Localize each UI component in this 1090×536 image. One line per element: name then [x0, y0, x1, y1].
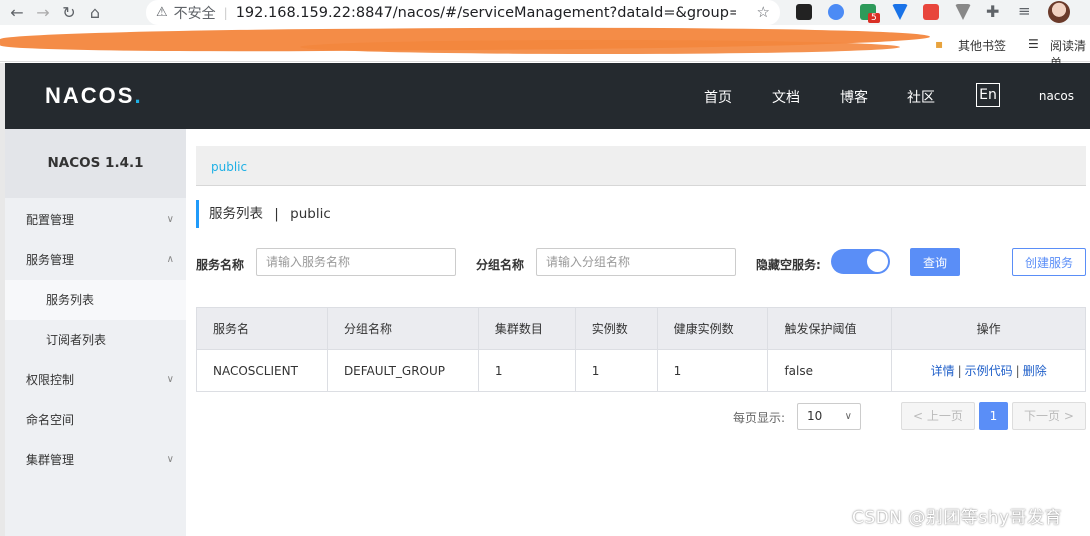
- bookmark-other[interactable]: 其他书签: [958, 37, 1006, 54]
- top-nav: NACOS. 首页 文档 博客 社区 En nacos: [5, 63, 1090, 129]
- user-name[interactable]: nacos: [1039, 89, 1074, 103]
- avatar[interactable]: [1048, 1, 1070, 23]
- table-header: 服务名 分组名称 集群数目 实例数 健康实例数 触发保护阈值 操作: [196, 307, 1086, 350]
- page-size-label: 每页显示:: [733, 411, 786, 425]
- next-page-button[interactable]: 下一页 >: [1012, 402, 1086, 430]
- sidebar: NACOS 1.4.1 配置管理 ∨ 服务管理 ∧ 服务列表 订阅者列表 权限控…: [5, 129, 186, 536]
- page-title: 服务列表 | public: [196, 200, 331, 228]
- service-table: 服务名 分组名称 集群数目 实例数 健康实例数 触发保护阈值 操作 NACOSC…: [196, 307, 1086, 392]
- sidebar-title: NACOS 1.4.1: [5, 129, 186, 198]
- detail-link[interactable]: 详情: [931, 364, 955, 378]
- cell-clusters: 1: [477, 349, 576, 392]
- nav-home[interactable]: 首页: [704, 87, 732, 107]
- col-instance-count: 实例数: [574, 307, 658, 350]
- hide-empty-label: 隐藏空服务:: [756, 258, 821, 272]
- cell-service: NACOSCLIENT: [196, 349, 328, 392]
- namespace-bar: public: [196, 146, 1086, 186]
- back-icon[interactable]: ←: [4, 3, 30, 22]
- cell-operations: 详情 | 示例代码 | 删除: [891, 349, 1086, 392]
- chevron-down-icon: ∨: [166, 214, 174, 225]
- extension-icon[interactable]: [923, 4, 939, 20]
- namespace-link[interactable]: public: [211, 160, 247, 174]
- nav-blog[interactable]: 博客: [840, 87, 868, 107]
- col-operations: 操作: [891, 307, 1086, 350]
- sidebar-item-service-list[interactable]: 服务列表: [5, 280, 186, 320]
- media-icon[interactable]: ≡: [1018, 2, 1031, 20]
- chevron-down-icon: ∨: [166, 454, 174, 465]
- col-threshold: 触发保护阈值: [767, 307, 893, 350]
- hide-empty-toggle[interactable]: [831, 249, 890, 274]
- nacos-logo[interactable]: NACOS.: [45, 83, 143, 109]
- page-number-current[interactable]: 1: [979, 402, 1008, 430]
- bookmark-star-icon[interactable]: ☆: [757, 3, 770, 21]
- home-icon[interactable]: ⌂: [82, 3, 108, 22]
- col-cluster-count: 集群数目: [477, 307, 576, 350]
- security-label: 不安全: [173, 5, 216, 22]
- service-name-input[interactable]: [256, 248, 456, 276]
- forward-icon[interactable]: →: [30, 3, 56, 22]
- group-name-input[interactable]: [536, 248, 736, 276]
- query-button[interactable]: 查询: [910, 248, 960, 276]
- col-healthy-count: 健康实例数: [656, 307, 769, 350]
- language-switch[interactable]: En: [976, 83, 1000, 107]
- chevron-right-icon: >: [1060, 409, 1074, 423]
- chevron-left-icon: <: [913, 409, 927, 423]
- prev-page-button[interactable]: < 上一页: [901, 402, 975, 430]
- warning-icon: ⚠: [156, 5, 168, 20]
- watermark: CSDN @别团等shy哥发育: [852, 508, 1063, 528]
- col-service-name: 服务名: [196, 307, 328, 350]
- table-row: NACOSCLIENT DEFAULT_GROUP 1 1 1 false 详情…: [196, 349, 1086, 392]
- page-size-select[interactable]: 10 ∨: [797, 403, 861, 430]
- chevron-down-icon: ∨: [166, 374, 174, 385]
- reload-icon[interactable]: ↻: [56, 3, 82, 22]
- extension-badge: 5: [868, 13, 880, 23]
- nav-community[interactable]: 社区: [907, 87, 935, 107]
- delete-link[interactable]: 删除: [1023, 364, 1047, 378]
- create-service-button[interactable]: 创建服务: [1012, 248, 1086, 276]
- address-bar[interactable]: ⚠ 不安全 | 192.168.159.22:8847/nacos/#/serv…: [146, 0, 780, 25]
- reading-list-icon: ☰: [1028, 37, 1039, 51]
- sample-code-link[interactable]: 示例代码: [965, 364, 1013, 378]
- redaction-scribble: [300, 40, 900, 54]
- cell-group: DEFAULT_GROUP: [326, 349, 479, 392]
- sidebar-item-subscribers[interactable]: 订阅者列表: [5, 320, 186, 360]
- col-group-name: 分组名称: [326, 307, 479, 350]
- nav-docs[interactable]: 文档: [772, 87, 800, 107]
- cell-instances: 1: [574, 349, 658, 392]
- sidebar-item-config[interactable]: 配置管理 ∨: [5, 200, 186, 240]
- cell-healthy: 1: [656, 349, 769, 392]
- sidebar-item-cluster[interactable]: 集群管理 ∨: [5, 440, 186, 480]
- url-text[interactable]: 192.168.159.22:8847/nacos/#/serviceManag…: [236, 5, 736, 21]
- folder-icon: ▪: [935, 37, 944, 51]
- extension-icon[interactable]: [828, 4, 844, 20]
- sidebar-item-auth[interactable]: 权限控制 ∨: [5, 360, 186, 400]
- chevron-up-icon: ∧: [166, 254, 174, 265]
- group-name-label: 分组名称: [476, 258, 525, 272]
- service-name-label: 服务名称: [196, 258, 245, 272]
- extension-icon[interactable]: [796, 4, 812, 20]
- cell-threshold: false: [767, 349, 893, 392]
- sidebar-item-service[interactable]: 服务管理 ∧: [5, 240, 186, 280]
- sidebar-item-namespace[interactable]: 命名空间: [5, 400, 186, 440]
- chevron-down-icon: ∨: [844, 411, 852, 422]
- puzzle-icon[interactable]: ✚: [986, 2, 999, 21]
